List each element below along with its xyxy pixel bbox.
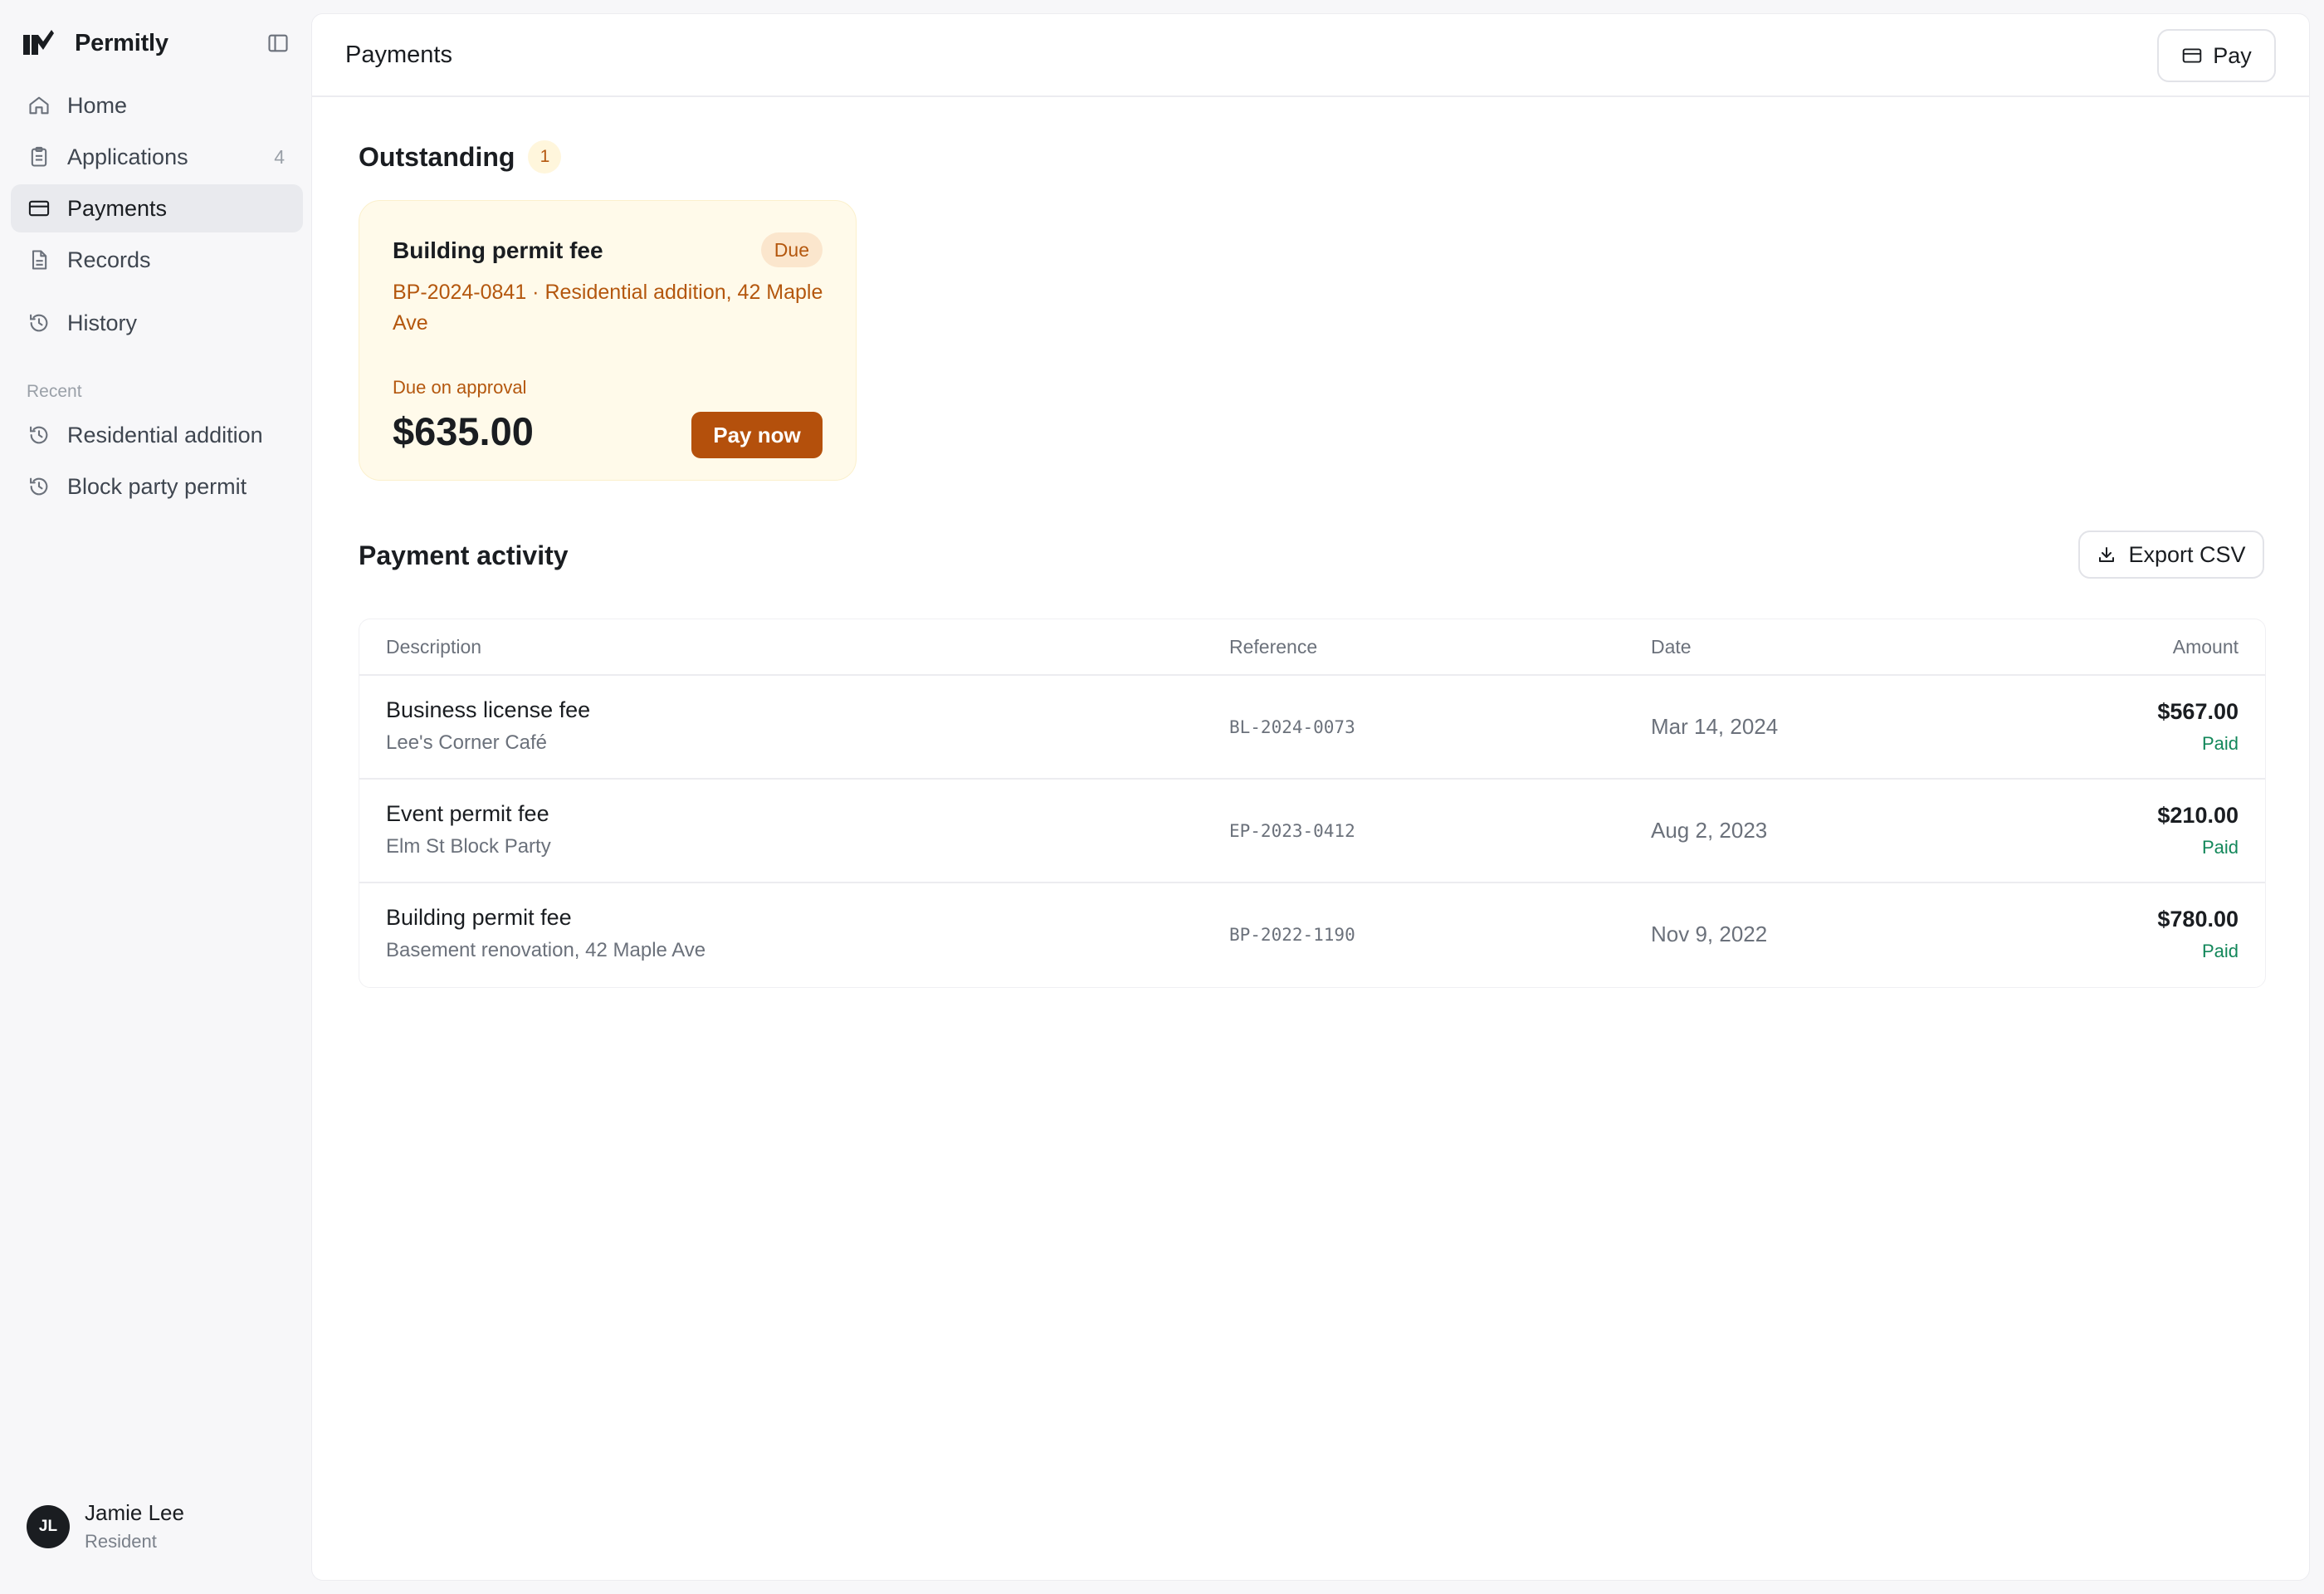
- clipboard-icon: [27, 144, 51, 169]
- row-amount: $780.00: [2157, 907, 2239, 931]
- document-icon: [27, 247, 51, 272]
- pay-button-label: Pay: [2213, 42, 2252, 68]
- sidebar-item-label: History: [67, 310, 138, 335]
- row-date: Nov 9, 2022: [1651, 922, 1768, 946]
- column-header-amount[interactable]: Amount: [2173, 636, 2239, 658]
- payment-activity-title: Payment activity: [359, 540, 569, 570]
- user-name: Jamie Lee: [85, 1500, 184, 1525]
- sidebar-item-payments[interactable]: Payments: [11, 184, 303, 232]
- outstanding-count-badge: 1: [528, 140, 562, 174]
- sidebar-item-label: Home: [67, 92, 128, 118]
- export-csv-label: Export CSV: [2128, 541, 2246, 567]
- history-icon: [27, 423, 51, 447]
- sidebar-item-label: Payments: [67, 195, 168, 221]
- avatar: JL: [27, 1504, 70, 1548]
- export-csv-button[interactable]: Export CSV: [2078, 531, 2264, 579]
- table-row[interactable]: Event permit fee Elm St Block Party EP-2…: [359, 780, 2265, 883]
- recent-list: Residential addition Block party permit: [11, 411, 303, 514]
- brand-name: Permitly: [75, 29, 168, 56]
- user-role: Resident: [85, 1531, 157, 1552]
- status-badge: Paid: [2201, 733, 2239, 754]
- status-badge: Paid: [2201, 941, 2239, 961]
- row-reference: BL-2024-0073: [1229, 717, 1355, 737]
- permitly-logo-icon: [23, 30, 54, 55]
- sidebar-toggle-icon: [268, 34, 288, 52]
- main-panel: Payments Pay Outstanding 1 Building perm…: [311, 13, 2310, 1581]
- table-row[interactable]: Business license fee Lee's Corner Café B…: [359, 676, 2265, 780]
- applications-count-badge: 4: [274, 145, 285, 168]
- sidebar-item-records[interactable]: Records: [11, 236, 303, 284]
- payment-activity-table: Description Reference Date Amount Busine…: [359, 619, 2266, 988]
- sidebar-item-applications[interactable]: Applications 4: [11, 133, 303, 181]
- recent-item-residential-addition[interactable]: Residential addition: [11, 411, 303, 459]
- history-icon: [27, 310, 51, 335]
- column-header-reference[interactable]: Reference: [1229, 636, 1317, 658]
- home-icon: [27, 93, 51, 118]
- sidebar-item-label: Records: [67, 247, 151, 272]
- pay-button[interactable]: Pay: [2157, 29, 2276, 82]
- sidebar-toggle-button[interactable]: [265, 30, 291, 56]
- row-amount: $210.00: [2157, 803, 2239, 828]
- brand[interactable]: Permitly: [22, 25, 291, 61]
- download-icon: [2097, 545, 2116, 565]
- credit-card-icon: [2181, 45, 2203, 66]
- table-row[interactable]: Building permit fee Basement renovation,…: [359, 883, 2265, 987]
- recent-section-title: Recent: [27, 382, 82, 401]
- sidebar-item-label: Applications: [67, 144, 188, 169]
- sidebar: Permitly Home Applications 4 Payments Re…: [0, 0, 311, 1594]
- row-title: Building permit fee: [386, 905, 572, 930]
- outstanding-header: Outstanding 1: [359, 140, 562, 174]
- due-card-amount: $635.00: [393, 409, 534, 453]
- recent-item-label: Residential addition: [67, 422, 263, 447]
- row-subtitle: Basement renovation, 42 Maple Ave: [386, 939, 706, 961]
- row-title: Business license fee: [386, 697, 591, 722]
- user-profile[interactable]: JL Jamie Lee Resident: [27, 1500, 184, 1552]
- pay-now-button[interactable]: Pay now: [691, 412, 823, 458]
- row-amount: $567.00: [2157, 699, 2239, 724]
- row-date: Mar 14, 2024: [1651, 714, 1779, 739]
- sidebar-nav: Home Applications 4 Payments Records His…: [11, 81, 303, 350]
- outstanding-payment-card: Building permit fee Due BP-2024-0841 · R…: [359, 200, 857, 481]
- column-header-description[interactable]: Description: [386, 636, 481, 658]
- table-header: Description Reference Date Amount: [359, 619, 2265, 676]
- topbar: Payments Pay: [312, 14, 2309, 97]
- row-reference: BP-2022-1190: [1229, 925, 1355, 945]
- column-header-date[interactable]: Date: [1651, 636, 1692, 658]
- recent-item-block-party-permit[interactable]: Block party permit: [11, 462, 303, 511]
- history-icon: [27, 474, 51, 499]
- status-badge: Due: [760, 232, 823, 267]
- credit-card-icon: [27, 196, 51, 221]
- due-card-title: Building permit fee: [393, 237, 603, 263]
- status-badge: Paid: [2201, 837, 2239, 858]
- due-card-reference: BP-2024-0841 · Residential addition, 42 …: [393, 281, 823, 335]
- sidebar-item-history[interactable]: History: [11, 299, 303, 347]
- due-card-due-label: Due on approval: [393, 377, 527, 398]
- sidebar-item-home[interactable]: Home: [11, 81, 303, 130]
- row-date: Aug 2, 2023: [1651, 818, 1768, 843]
- row-title: Event permit fee: [386, 801, 549, 826]
- outstanding-title: Outstanding: [359, 141, 515, 172]
- recent-item-label: Block party permit: [67, 473, 247, 499]
- row-subtitle: Elm St Block Party: [386, 835, 551, 858]
- page-title: Payments: [345, 41, 452, 68]
- app-window: Permitly Home Applications 4 Payments Re…: [0, 0, 2324, 1594]
- row-subtitle: Lee's Corner Café: [386, 731, 548, 754]
- row-reference: EP-2023-0412: [1229, 821, 1355, 841]
